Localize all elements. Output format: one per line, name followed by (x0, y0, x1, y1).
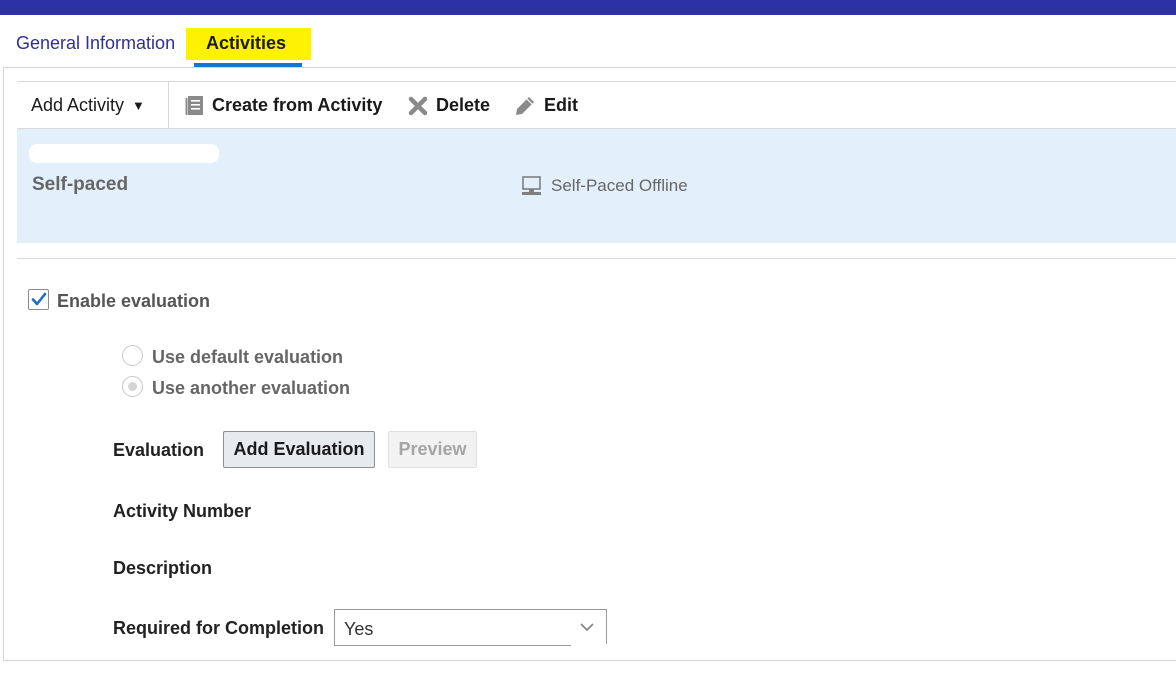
delete-label: Delete (436, 95, 491, 115)
create-from-activity-label: Create from Activity (212, 95, 383, 115)
caret-down-icon: ▼ (132, 98, 145, 113)
required-for-completion-value: Yes (344, 619, 374, 639)
preview-button[interactable]: Preview (388, 431, 477, 468)
selected-activity-row[interactable]: Self-paced Self-Paced Offline (17, 129, 1176, 243)
add-evaluation-button[interactable]: Add Evaluation (223, 431, 375, 468)
computer-icon (522, 176, 541, 195)
description-label: Description (113, 558, 213, 578)
activity-type-label: Self-Paced Offline (551, 175, 688, 195)
activity-title: Self-paced (32, 174, 129, 195)
delete-x-icon (408, 96, 428, 116)
required-for-completion-select[interactable]: Yes (334, 609, 607, 646)
activity-number-label: Activity Number (113, 501, 252, 521)
required-for-completion-label: Required for Completion (113, 618, 324, 638)
section-divider (17, 258, 1176, 259)
document-copy-icon (185, 95, 204, 116)
edit-button[interactable]: Edit (514, 82, 578, 129)
delete-button[interactable]: Delete (408, 82, 490, 129)
radio-use-another-evaluation[interactable] (122, 376, 143, 397)
activities-toolbar: Add Activity ▼ Create from Activity Dele… (17, 81, 1176, 129)
use-default-evaluation-label: Use default evaluation (152, 347, 344, 367)
tab-general-information[interactable]: General Information (16, 33, 175, 54)
add-activity-menu-button[interactable]: Add Activity ▼ (31, 82, 145, 129)
checkmark-icon (31, 292, 47, 306)
tab-activities[interactable]: Activities (206, 33, 286, 54)
redacted-activity-name (29, 144, 219, 163)
evaluation-label: Evaluation (113, 440, 205, 460)
radio-selected-dot (128, 382, 137, 391)
add-activity-label: Add Activity (31, 95, 125, 115)
create-from-activity-button[interactable]: Create from Activity (185, 82, 382, 129)
activity-type: Self-Paced Offline (521, 175, 688, 196)
enable-evaluation-checkbox[interactable] (28, 289, 49, 310)
pencil-icon (514, 95, 536, 117)
enable-evaluation-label: Enable evaluation (57, 291, 211, 311)
top-bar (0, 0, 1176, 15)
toolbar-separator (168, 82, 169, 129)
use-another-evaluation-label: Use another evaluation (152, 378, 351, 398)
edit-label: Edit (544, 95, 578, 115)
radio-use-default-evaluation[interactable] (122, 345, 143, 366)
chevron-down-icon (580, 623, 594, 632)
